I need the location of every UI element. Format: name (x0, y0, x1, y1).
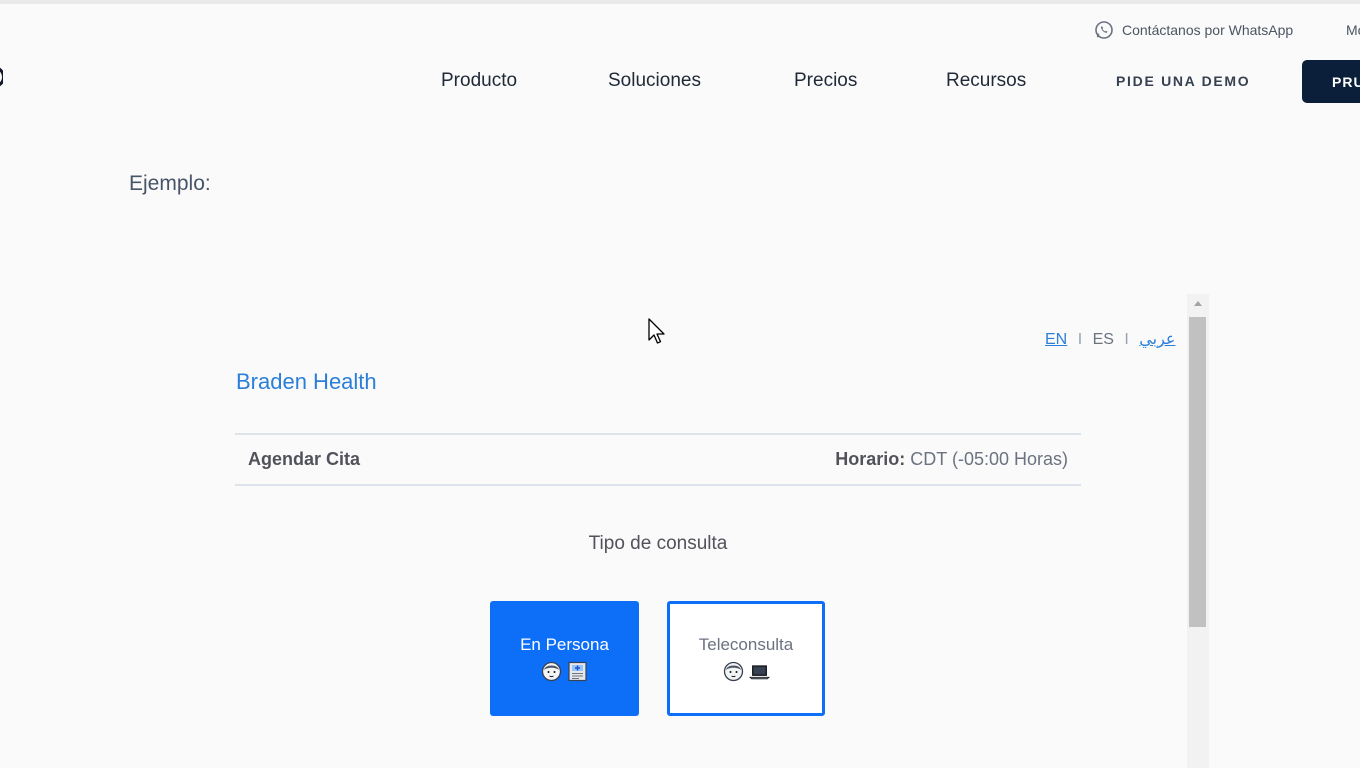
nav-product[interactable]: Producto (441, 70, 517, 92)
in-person-icons (541, 661, 588, 682)
logo[interactable] (0, 66, 3, 88)
lang-ar-link[interactable]: عربي (1139, 331, 1175, 348)
free-trial-button[interactable]: PRUEBA (1302, 60, 1360, 103)
timezone-value: CDT (-05:00 Horas) (910, 449, 1068, 469)
teleconsultation-icons (723, 661, 770, 682)
top-border (0, 0, 1360, 4)
language-switcher: EN I ES I عربي (1045, 329, 1175, 349)
whatsapp-contact-link[interactable]: Contáctanos por WhatsApp (1094, 20, 1293, 40)
nav-resources[interactable]: Recursos (946, 70, 1026, 92)
free-trial-label: PRUEBA (1332, 73, 1360, 90)
scroll-up-arrow-icon[interactable] (1194, 301, 1202, 306)
whatsapp-label: Contáctanos por WhatsApp (1122, 22, 1294, 38)
whatsapp-icon (1094, 20, 1114, 40)
widget-scrollbar[interactable] (1187, 294, 1209, 768)
lang-separator: I (1077, 331, 1083, 348)
lang-es-current: ES (1092, 331, 1114, 348)
appointment-title: Agendar Cita (248, 449, 361, 469)
example-label: Ejemplo: (129, 172, 211, 195)
laptop-icon (748, 661, 770, 682)
teleconsultation-option-button[interactable]: Teleconsulta (667, 601, 825, 716)
teleconsultation-label: Teleconsulta (698, 635, 794, 654)
in-person-option-button[interactable]: En Persona (490, 601, 639, 716)
nav-prices[interactable]: Precios (794, 70, 857, 92)
lang-separator: I (1124, 331, 1129, 348)
request-demo-link[interactable]: PIDE UNA DEMO (1116, 73, 1250, 89)
appointment-bar: Agendar Cita Horario: CDT (-05:00 Horas) (235, 433, 1081, 486)
doctor-icon (723, 661, 744, 682)
truncated-header-link[interactable]: Mo (1346, 22, 1360, 38)
clinic-name: Braden Health (236, 369, 377, 394)
hospital-icon (567, 661, 588, 682)
mouse-pointer-icon (648, 318, 668, 346)
doctor-icon (541, 661, 562, 682)
schedule-label: Horario: (835, 449, 906, 469)
scrollbar-thumb[interactable] (1189, 317, 1206, 627)
consultation-type-title: Tipo de consulta (588, 533, 728, 554)
nav-solutions[interactable]: Soluciones (608, 70, 701, 92)
lang-en-link[interactable]: EN (1045, 331, 1067, 348)
in-person-label: En Persona (520, 635, 609, 654)
timezone-info: Horario: CDT (-05:00 Horas) (835, 449, 1068, 470)
